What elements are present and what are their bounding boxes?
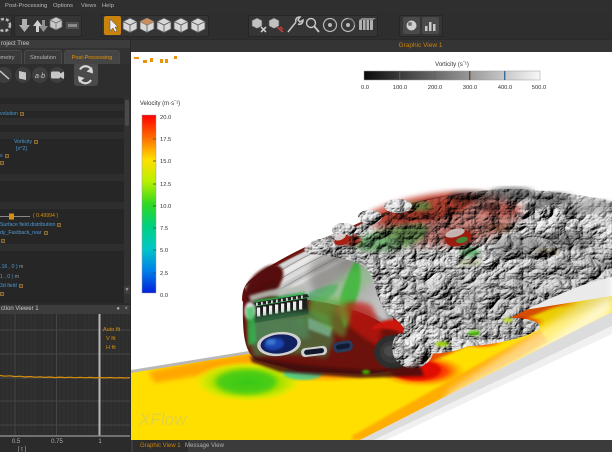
svg-text:0.0: 0.0 <box>160 293 168 299</box>
svg-text:0.0: 0.0 <box>361 85 369 91</box>
svg-text:5.0: 5.0 <box>160 248 168 254</box>
svg-text:0.5: 0.5 <box>12 439 21 445</box>
svg-text:[ t ]: [ t ] <box>18 447 27 452</box>
svg-text:1: 1 <box>98 439 102 445</box>
svg-text:XFlow: XFlow <box>138 410 188 429</box>
svg-text:7.5: 7.5 <box>160 226 168 232</box>
svg-text:300.0: 300.0 <box>463 85 478 91</box>
svg-text:10.0: 10.0 <box>160 204 171 210</box>
svg-text:20.0: 20.0 <box>160 115 171 121</box>
svg-text:Velocity (m·sˉ¹): Velocity (m·sˉ¹) <box>140 101 180 107</box>
svg-text:400.0: 400.0 <box>498 85 513 91</box>
svg-text:H fit: H fit <box>106 345 116 351</box>
svg-text:100.0: 100.0 <box>393 85 408 91</box>
svg-text:17.5: 17.5 <box>160 137 171 143</box>
svg-text:0.75: 0.75 <box>51 439 63 445</box>
svg-text:200.0: 200.0 <box>428 85 443 91</box>
svg-text:a·b: a·b <box>35 73 45 80</box>
svg-text:15.0: 15.0 <box>160 159 171 165</box>
svg-text:Vorticity (sˉ¹): Vorticity (sˉ¹) <box>435 62 469 68</box>
svg-text:12.5: 12.5 <box>160 182 171 188</box>
svg-text:2.5: 2.5 <box>160 271 168 277</box>
svg-text:500.0: 500.0 <box>532 85 547 91</box>
svg-text:Auto fit: Auto fit <box>103 327 121 333</box>
svg-text:V fit: V fit <box>106 336 116 342</box>
